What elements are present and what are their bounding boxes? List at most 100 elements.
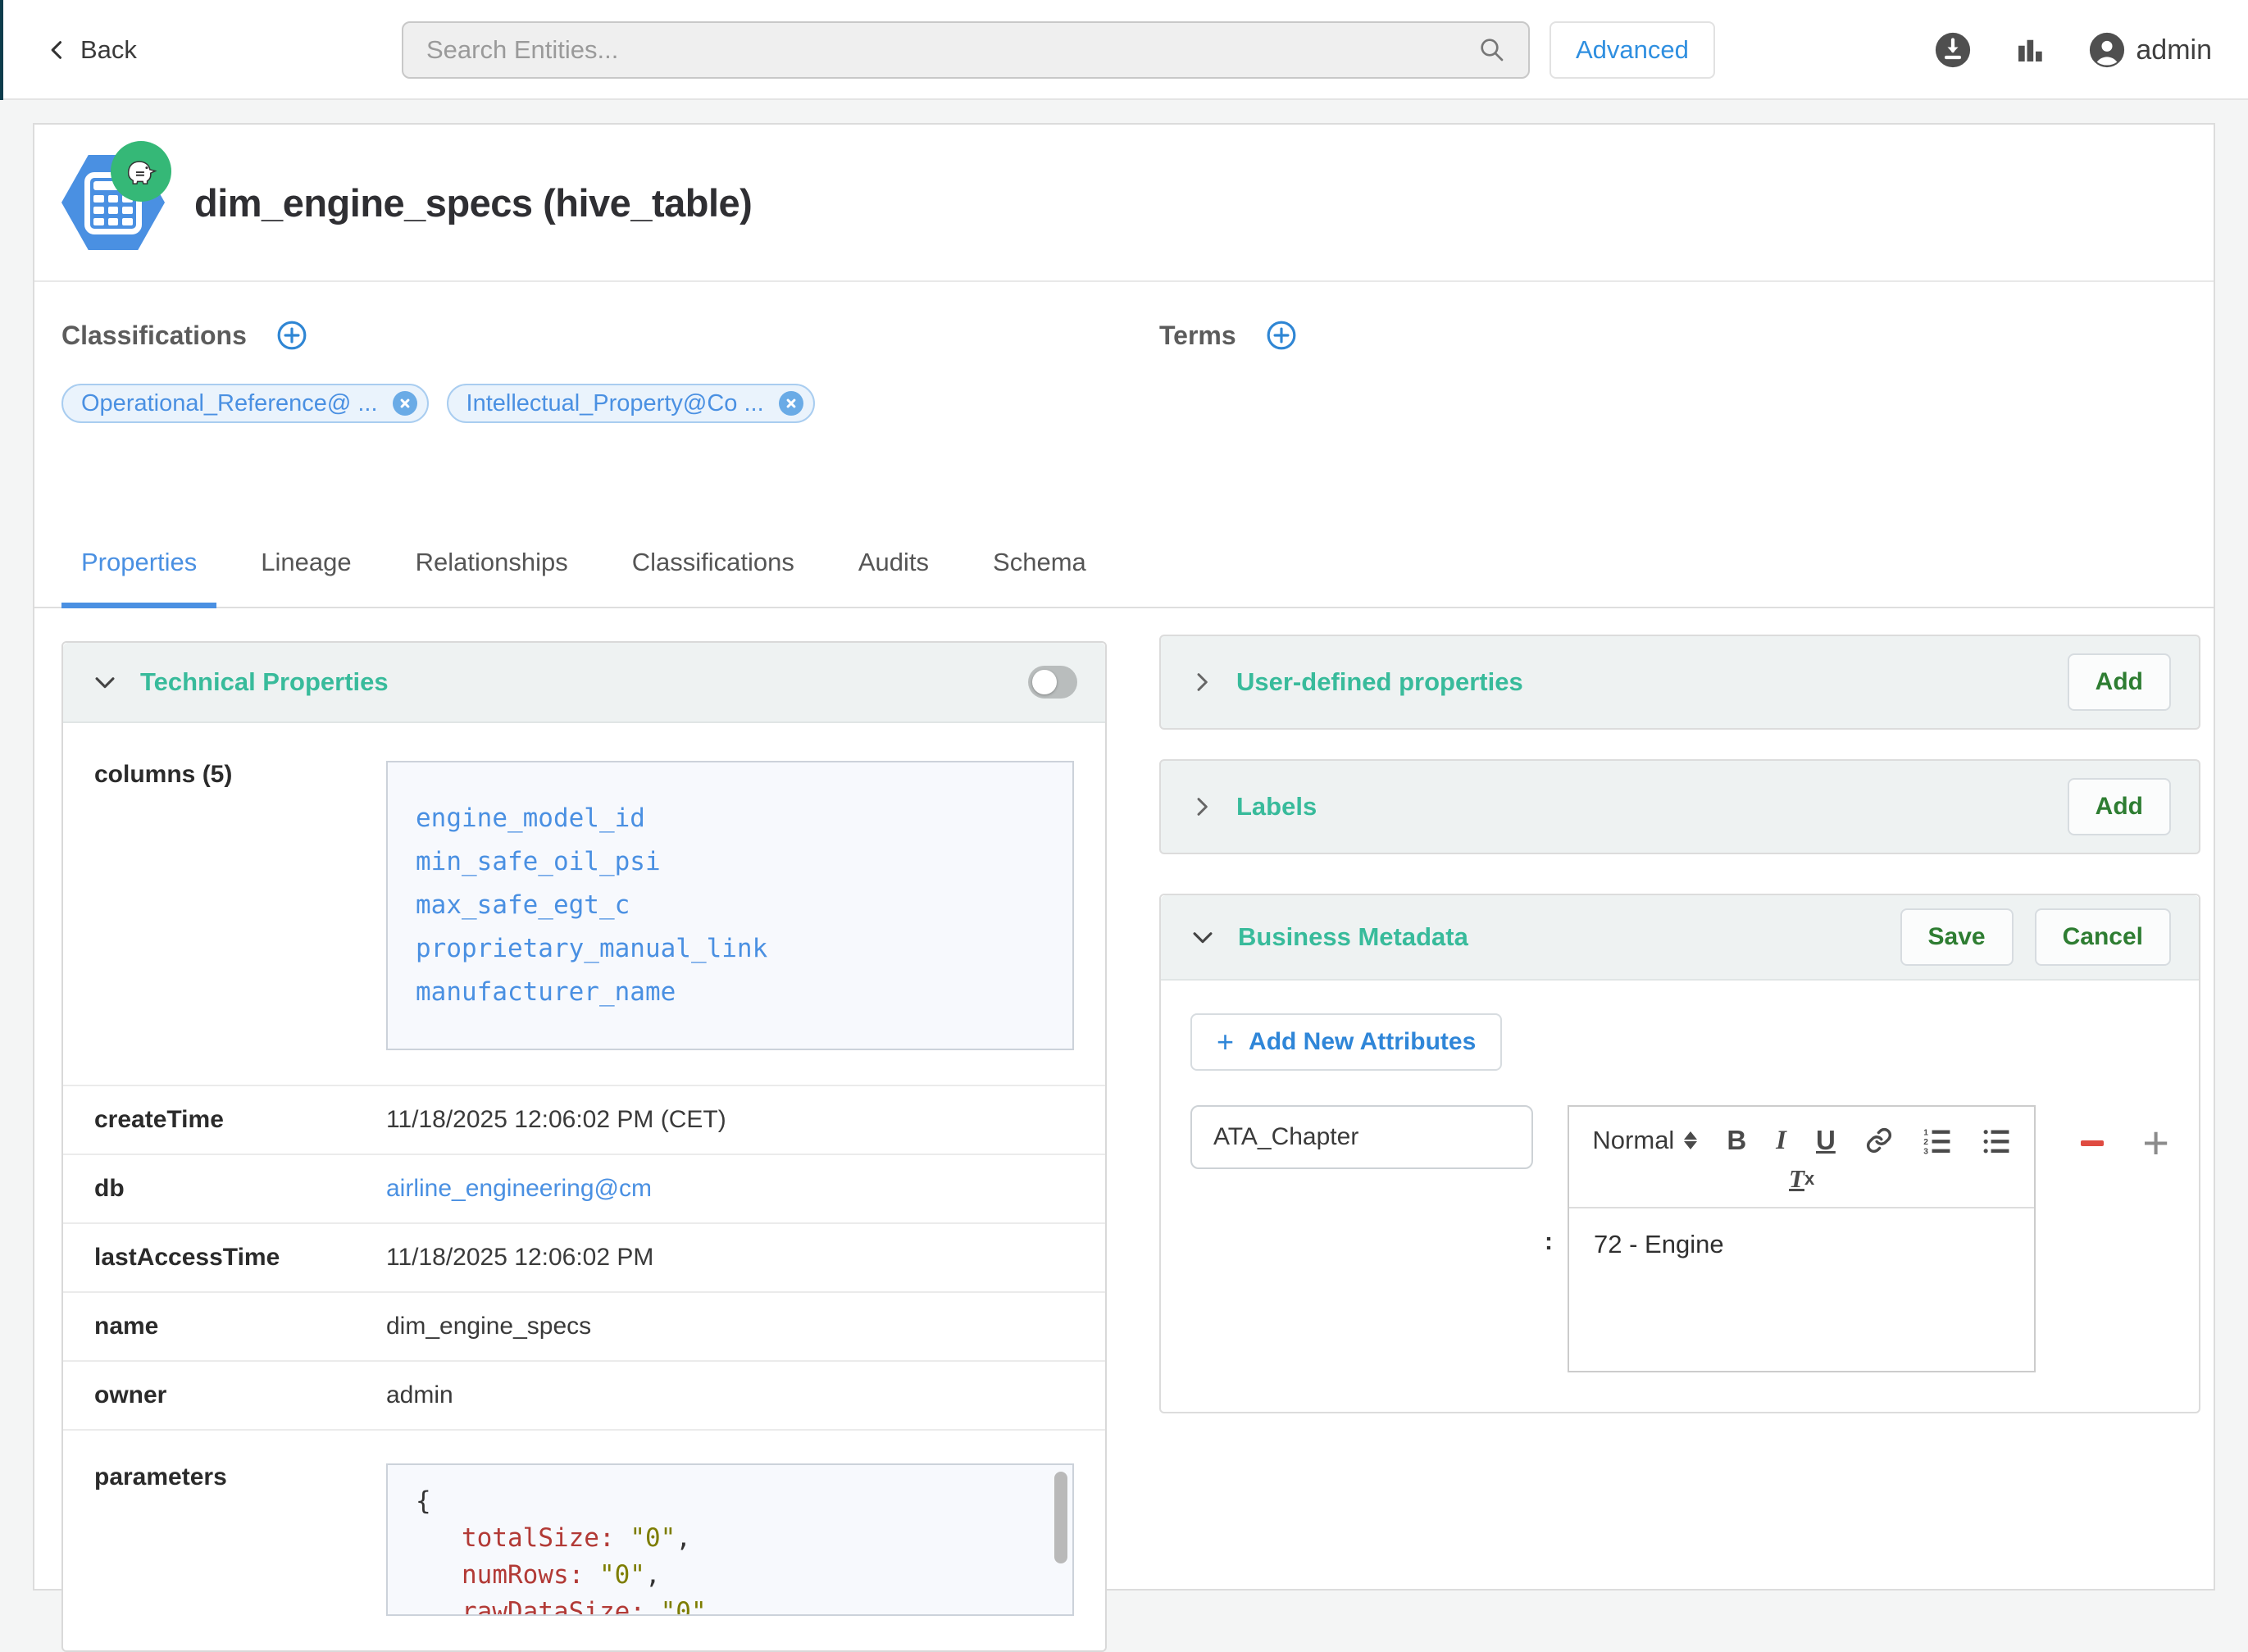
hive-elephant-badge [111, 141, 171, 202]
add-term-icon[interactable] [1266, 320, 1297, 351]
business-metadata-panel: Business Metadata Save Cancel + Add New … [1159, 894, 2200, 1413]
technical-properties-title: Technical Properties [140, 667, 1007, 697]
business-metadata-body: + Add New Attributes : Normal [1161, 981, 2199, 1412]
user-menu[interactable]: admin [2088, 31, 2212, 69]
plus-icon: + [1217, 1030, 1234, 1054]
user-defined-properties-header[interactable]: User-defined properties Add [1161, 636, 2199, 728]
attribute-row-actions: + [2078, 1126, 2169, 1159]
db-link[interactable]: airline_engineering@cm [386, 1175, 652, 1203]
property-row-owner: owner admin [63, 1362, 1105, 1431]
property-row-lastAccessTime: lastAccessTime 11/18/2025 12:06:02 PM [63, 1224, 1105, 1293]
property-key: owner [94, 1381, 386, 1409]
search-icon[interactable] [1477, 35, 1507, 65]
user-defined-properties-title: User-defined properties [1236, 667, 2046, 697]
entity-detail-card: dim_engine_specs (hive_table) Classifica… [33, 123, 2215, 1591]
labels-header[interactable]: Labels Add [1161, 761, 2199, 853]
editor-content[interactable]: 72 - Engine [1569, 1208, 2034, 1371]
property-row-columns: columns (5) engine_model_id min_safe_oil… [63, 723, 1105, 1086]
terms-section: Terms [1159, 320, 1297, 351]
add-label-button[interactable]: Add [2068, 778, 2171, 835]
entity-search [402, 21, 1530, 79]
remove-attribute-icon[interactable] [2078, 1129, 2106, 1157]
column-link[interactable]: proprietary_manual_link [416, 927, 1044, 971]
add-user-defined-property-button[interactable]: Add [2068, 653, 2171, 711]
rich-text-editor: Normal B I U [1568, 1105, 2036, 1372]
tab-schema[interactable]: Schema [973, 548, 1106, 607]
property-key: columns (5) [94, 761, 386, 789]
classifications-label: Classifications [61, 321, 247, 351]
technical-properties-header[interactable]: Technical Properties [63, 643, 1105, 723]
download-icon[interactable] [1934, 31, 1972, 69]
column-link[interactable]: min_safe_oil_psi [416, 840, 1044, 884]
classification-tag[interactable]: Intellectual_Property@Co ... [447, 384, 815, 423]
attribute-separator: : [1545, 1228, 1553, 1256]
back-button[interactable]: Back [46, 0, 137, 100]
json-open-brace: { [416, 1483, 1044, 1520]
labels-panel: Labels Add [1159, 759, 2200, 854]
search-input[interactable] [403, 23, 1477, 77]
back-label: Back [80, 35, 137, 65]
business-metadata-header[interactable]: Business Metadata Save Cancel [1161, 895, 2199, 981]
topbar-icons: admin [1934, 0, 2212, 100]
chevron-down-icon [1189, 923, 1217, 951]
bold-button[interactable]: B [1727, 1125, 1746, 1156]
italic-button[interactable]: I [1776, 1126, 1786, 1156]
parameters-json-box[interactable]: { totalSize: "0", numRows: "0", rawDataS… [386, 1463, 1074, 1616]
tab-audits[interactable]: Audits [839, 548, 949, 607]
updown-arrows-icon [1684, 1131, 1697, 1149]
underline-button[interactable]: U [1816, 1125, 1836, 1156]
tab-classifications[interactable]: Classifications [612, 548, 814, 607]
business-metadata-title: Business Metadata [1238, 922, 1468, 952]
user-defined-properties-panel: User-defined properties Add [1159, 635, 2200, 730]
ordered-list-button[interactable]: 1 2 3 [1923, 1126, 1952, 1155]
tab-relationships[interactable]: Relationships [396, 548, 588, 607]
property-row-parameters: parameters { totalSize: "0", numRows: "0… [63, 1431, 1105, 1650]
statistics-icon[interactable] [2013, 33, 2047, 67]
property-value: admin [386, 1381, 453, 1409]
advanced-search-button[interactable]: Advanced [1549, 21, 1715, 79]
terms-label: Terms [1159, 321, 1236, 351]
clear-formatting-button[interactable]: Tx [1789, 1164, 1814, 1194]
property-value: dim_engine_specs [386, 1313, 591, 1340]
topbar: Back Advanced [0, 0, 2248, 100]
format-dropdown[interactable]: Normal [1592, 1126, 1697, 1155]
json-line: rawDataSize: "0", [416, 1594, 1044, 1616]
property-row-name: name dim_engine_specs [63, 1293, 1105, 1362]
parameters-scrollbar[interactable] [1054, 1472, 1067, 1563]
entity-tabs: Properties Lineage Relationships Classif… [34, 517, 2214, 608]
editor-toolbar: Normal B I U [1569, 1107, 2034, 1208]
tab-properties[interactable]: Properties [61, 548, 216, 607]
column-link[interactable]: engine_model_id [416, 797, 1044, 840]
properties-content: Technical Properties columns (5) engine_… [34, 608, 2214, 1652]
column-link[interactable]: manufacturer_name [416, 971, 1044, 1014]
add-new-attributes-label: Add New Attributes [1249, 1028, 1476, 1056]
remove-classification-icon[interactable] [779, 391, 803, 416]
chevron-down-icon [91, 668, 119, 696]
svg-text:2: 2 [1923, 1138, 1928, 1147]
columns-list-box: engine_model_id min_safe_oil_psi max_saf… [386, 761, 1074, 1050]
bullet-list-button[interactable] [1982, 1126, 2011, 1155]
remove-classification-icon[interactable] [393, 391, 417, 416]
sidebar-edge-strip [0, 0, 3, 100]
add-classification-icon[interactable] [276, 320, 307, 351]
classification-tag[interactable]: Operational_Reference@ ... [61, 384, 429, 423]
meta-section: Classifications Operational_Reference@ .… [34, 282, 2214, 517]
add-new-attributes-button[interactable]: + Add New Attributes [1190, 1013, 1502, 1071]
save-button[interactable]: Save [1900, 908, 2014, 966]
right-panels: User-defined properties Add Labels Add [1159, 635, 2200, 1413]
labels-title: Labels [1236, 792, 2046, 821]
chevron-right-icon [1189, 669, 1215, 695]
format-dropdown-label: Normal [1592, 1126, 1674, 1155]
link-button[interactable] [1865, 1126, 1893, 1154]
attribute-name-input[interactable] [1190, 1105, 1533, 1169]
add-attribute-icon[interactable]: + [2142, 1126, 2169, 1159]
classification-tag-label: Intellectual_Property@Co ... [466, 390, 764, 417]
entity-header: dim_engine_specs (hive_table) [34, 125, 2214, 280]
json-line: numRows: "0", [416, 1557, 1044, 1594]
show-empty-values-toggle[interactable] [1028, 666, 1077, 699]
cancel-button[interactable]: Cancel [2035, 908, 2171, 966]
chevron-left-icon [46, 37, 69, 63]
tab-lineage[interactable]: Lineage [241, 548, 371, 607]
technical-properties-panel: Technical Properties columns (5) engine_… [61, 641, 1107, 1652]
column-link[interactable]: max_safe_egt_c [416, 884, 1044, 927]
